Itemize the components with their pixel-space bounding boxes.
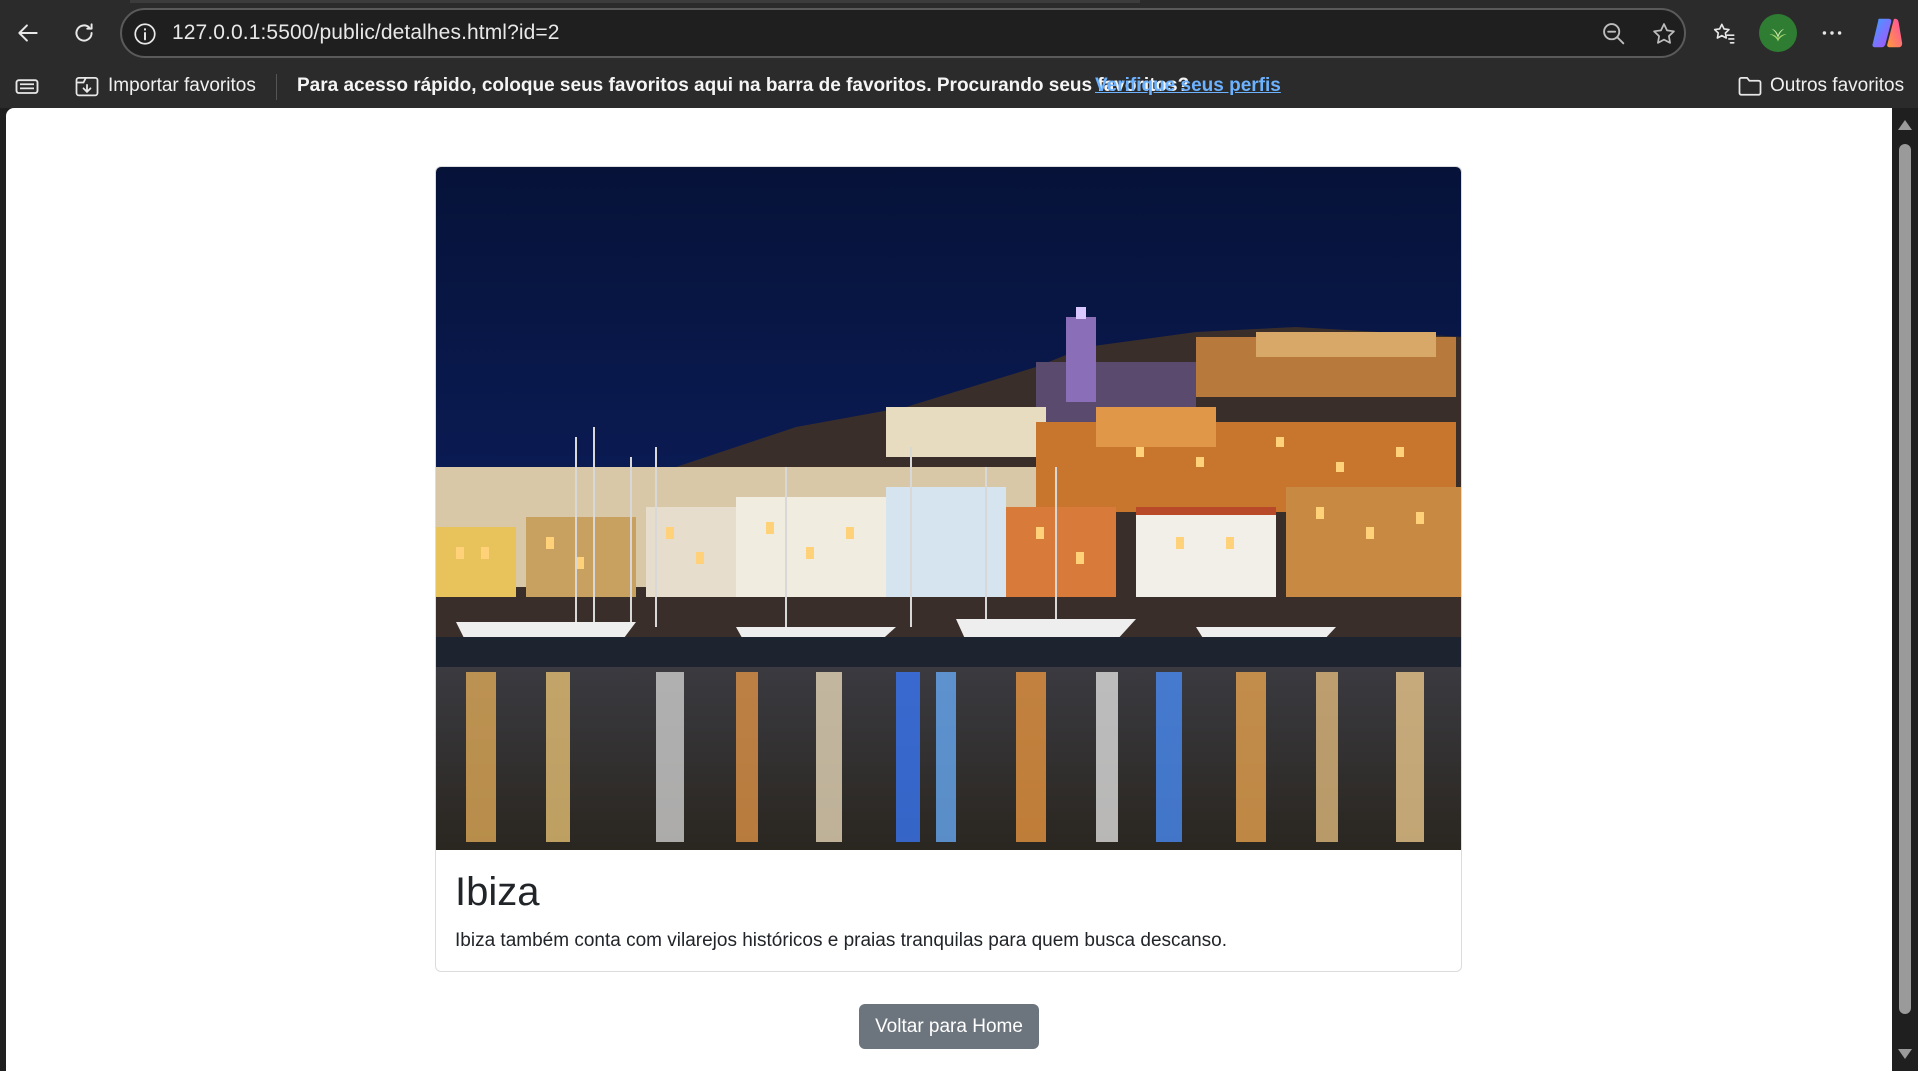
back-button[interactable] <box>8 13 48 53</box>
favorites-icon <box>1713 23 1735 44</box>
more-button[interactable] <box>1812 13 1852 53</box>
url-text[interactable]: 127.0.0.1:5500/public/detalhes.html?id=2 <box>172 21 560 45</box>
card-body: Ibiza Ibiza também conta com vilarejos h… <box>436 850 1461 971</box>
favorites-message: Para acesso rápido, coloque seus favorit… <box>297 75 1190 96</box>
avatar[interactable] <box>1759 14 1797 52</box>
folder-icon[interactable] <box>1736 72 1764 100</box>
back-icon <box>18 24 38 42</box>
back-home-button[interactable]: Voltar para Home <box>859 1004 1039 1049</box>
reading-view-icon[interactable] <box>13 72 41 100</box>
refresh-icon <box>75 23 93 42</box>
refresh-button[interactable] <box>64 13 104 53</box>
favorites-button[interactable] <box>1704 13 1744 53</box>
check-profiles-link[interactable]: Verifique seus perfis <box>1095 75 1281 97</box>
tab-strip-edge <box>130 0 1140 3</box>
info-icon[interactable] <box>132 21 158 47</box>
more-icon <box>1822 31 1842 35</box>
scroll-down-icon[interactable] <box>1898 1049 1912 1059</box>
scrollbar[interactable] <box>1892 108 1918 1071</box>
address-bar[interactable]: 127.0.0.1:5500/public/detalhes.html?id=2 <box>120 8 1686 58</box>
favorites-divider <box>276 74 277 100</box>
scrollbar-thumb[interactable] <box>1899 144 1911 1014</box>
import-favorites-link[interactable]: Importar favoritos <box>108 75 256 97</box>
zoom-out-icon[interactable] <box>1600 20 1628 48</box>
page-viewport: Ibiza Ibiza também conta com vilarejos h… <box>6 108 1892 1071</box>
favorites-bar: Importar favoritos Para acesso rápido, c… <box>0 66 1918 108</box>
scroll-up-icon[interactable] <box>1898 120 1912 130</box>
browser-toolbar: 127.0.0.1:5500/public/detalhes.html?id=2 <box>0 0 1918 66</box>
destination-title: Ibiza <box>455 870 540 914</box>
copilot-icon[interactable] <box>1868 14 1906 52</box>
destination-card: Ibiza Ibiza também conta com vilarejos h… <box>435 166 1462 972</box>
star-icon[interactable] <box>1650 20 1678 48</box>
destination-description: Ibiza também conta com vilarejos históri… <box>455 930 1227 951</box>
destination-image <box>436 167 1461 850</box>
other-favorites-link[interactable]: Outros favoritos <box>1770 75 1904 97</box>
profile-icon <box>1769 28 1787 42</box>
import-icon[interactable] <box>73 72 101 100</box>
